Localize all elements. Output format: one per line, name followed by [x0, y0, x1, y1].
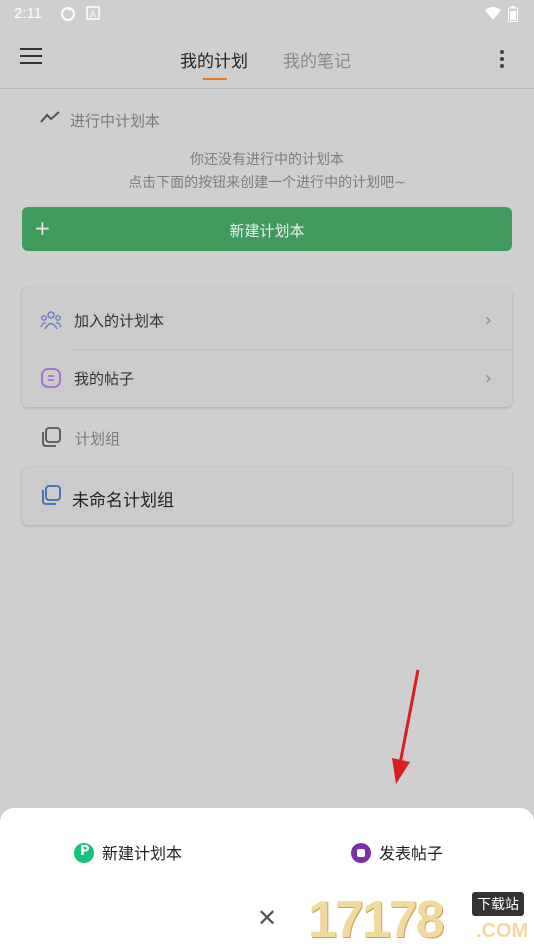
- links-card: 加入的计划本 › 我的帖子 ›: [22, 287, 512, 407]
- my-posts-item[interactable]: 我的帖子 ›: [22, 349, 512, 407]
- status-bar: 2:11 A: [0, 0, 534, 28]
- joined-plan-books-label: 加入的计划本: [74, 312, 165, 330]
- plan-group-card[interactable]: 未命名计划组: [22, 467, 512, 525]
- sheet-new-plan-book-label: 新建计划本: [102, 844, 183, 863]
- tab-my-notes[interactable]: 我的笔记: [283, 47, 351, 72]
- menu-icon[interactable]: [20, 48, 42, 66]
- more-vertical-icon[interactable]: [500, 50, 504, 68]
- post-circle-icon: [351, 843, 371, 863]
- sheet-publish-post-label: 发表帖子: [379, 844, 444, 863]
- status-time: 2:11: [14, 5, 43, 22]
- plan-group-label: 未命名计划组: [72, 491, 174, 511]
- a-badge-icon: A: [86, 6, 100, 20]
- p-circle-icon: [74, 843, 94, 863]
- trend-icon: [40, 111, 60, 123]
- chat-icon: [41, 368, 61, 388]
- chevron-right-icon: ›: [484, 368, 492, 389]
- active-tab-indicator: [203, 78, 227, 80]
- empty-message-line1: 你还没有进行中的计划本: [190, 152, 344, 168]
- copy-icon: [42, 427, 61, 447]
- battery-icon: [508, 6, 518, 22]
- watermark-number: 17178: [308, 891, 445, 949]
- top-app-bar: 我的计划 我的笔记: [0, 28, 534, 89]
- new-plan-book-button[interactable]: + 新建计划本: [22, 207, 512, 251]
- joined-plan-books-item[interactable]: 加入的计划本 ›: [22, 291, 512, 349]
- people-icon: [40, 311, 62, 330]
- tab-my-plans[interactable]: 我的计划: [180, 47, 248, 72]
- watermark-badge: 下载站: [472, 892, 524, 916]
- chevron-right-icon: ›: [484, 310, 492, 331]
- annotation-arrow: [392, 669, 420, 784]
- plan-groups-title: 计划组: [75, 430, 121, 448]
- svg-text:A: A: [90, 9, 96, 19]
- new-plan-book-label: 新建计划本: [229, 222, 305, 240]
- sheet-publish-post[interactable]: 发表帖子: [351, 840, 443, 864]
- sheet-new-plan-book[interactable]: 新建计划本: [74, 840, 182, 864]
- close-icon[interactable]: ✕: [257, 904, 277, 932]
- copy-icon: [42, 485, 61, 505]
- wifi-icon: [485, 7, 501, 20]
- empty-message-line2: 点击下面的按钮来创建一个进行中的计划吧~: [128, 175, 406, 191]
- watermark-logo: 17178 下载站 .COM: [300, 888, 534, 950]
- watermark-suffix: .COM: [476, 920, 529, 942]
- sync-icon: [61, 7, 75, 21]
- in-progress-title: 进行中计划本: [70, 112, 161, 130]
- my-posts-label: 我的帖子: [74, 370, 135, 388]
